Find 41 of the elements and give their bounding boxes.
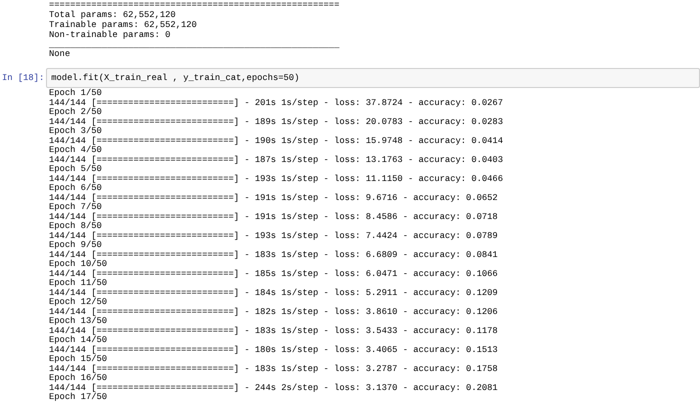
code-input[interactable]: model.fit(X_train_real , y_train_cat,epochs=50) — [46, 68, 700, 88]
output-line: 144/144 [==========================] - 180s 1s/step - loss: 3.4065 - accuracy: 0.1513 — [49, 346, 499, 355]
output-line: Epoch 1/50 — [49, 89, 103, 98]
output-line: Epoch 2/50 — [49, 108, 102, 118]
output-line: Epoch 15/50 — [49, 355, 108, 364]
output-line: 144/144 [==========================] - 189s 1s/step - loss: 20.0783 - accuracy: 0.0283 — [49, 118, 504, 127]
output-line: Non-trainable params: 0 — [49, 30, 172, 41]
output-line: ======================================================= — [49, 1, 340, 10]
output-line: Epoch 9/50 — [49, 241, 102, 250]
output-line: None — [49, 50, 72, 60]
output-line: 144/144 [==========================] - 182s 1s/step - loss: 3.8610 - accuracy: 0.1206 — [49, 308, 499, 317]
output-line: _______________________________________________________ — [49, 40, 340, 50]
output-line: Epoch 11/50 — [49, 279, 108, 288]
output-line: 144/144 [==========================] - 191s 1s/step - loss: 9.6716 - accuracy: 0.0652 — [49, 194, 499, 203]
output-line: Epoch 10/50 — [49, 260, 108, 270]
output-line: Epoch 17/50 — [49, 393, 108, 403]
output-line: 144/144 [==========================] - 193s 1s/step - loss: 11.1150 - accuracy: 0.0466 — [49, 174, 504, 184]
output-line: Epoch 12/50 — [49, 298, 108, 308]
output-line: 144/144 [==========================] - 184s 1s/step - loss: 5.2911 - accuracy: 0.1209 — [49, 288, 499, 298]
output-line: 144/144 [==========================] - 193s 1s/step - loss: 7.4424 - accuracy: 0.0789 — [49, 232, 499, 241]
output-line: 144/144 [==========================] - 183s 1s/step - loss: 3.2787 - accuracy: 0.1758 — [49, 364, 499, 374]
output-line: 144/144 [==========================] - 201s 1s/step - loss: 37.8724 - accuracy: 0.0267 — [49, 98, 504, 108]
output-line: Epoch 14/50 — [49, 336, 108, 346]
output-line: Total params: 62,552,120 — [49, 10, 177, 20]
input-prompt: In [18]: — [1, 73, 44, 84]
output-line: 144/144 [==========================] - 244s 2s/step - loss: 3.1370 - accuracy: 0.2081 — [49, 384, 499, 393]
output-line: Epoch 4/50 — [49, 146, 102, 156]
output-line: 144/144 [==========================] - 183s 1s/step - loss: 3.5433 - accuracy: 0.1178 — [49, 326, 499, 336]
output-line: Epoch 6/50 — [49, 184, 102, 194]
output-line: 144/144 [==========================] - 185s 1s/step - loss: 6.0471 - accuracy: 0.1066 — [49, 270, 499, 279]
output-line: 144/144 [==========================] - 190s 1s/step - loss: 15.9748 - accuracy: 0.0414 — [49, 136, 504, 146]
output-line: Epoch 3/50 — [49, 127, 102, 136]
output-line: 144/144 [==========================] - 183s 1s/step - loss: 6.6809 - accuracy: 0.0841 — [49, 250, 499, 260]
output-line: Epoch 7/50 — [49, 203, 102, 212]
output-line: Epoch 8/50 — [49, 222, 102, 232]
output-line: Epoch 5/50 — [49, 165, 102, 174]
output-line: Epoch 16/50 — [49, 374, 108, 384]
output-line: 144/144 [==========================] - 191s 1s/step - loss: 8.4586 - accuracy: 0.0718 — [49, 212, 499, 222]
output-line: Epoch 13/50 — [49, 317, 108, 326]
output-line: 144/144 [==========================] - 187s 1s/step - loss: 13.1763 - accuracy: 0.0403 — [49, 156, 504, 165]
output-line: Trainable params: 62,552,120 — [49, 20, 198, 30]
